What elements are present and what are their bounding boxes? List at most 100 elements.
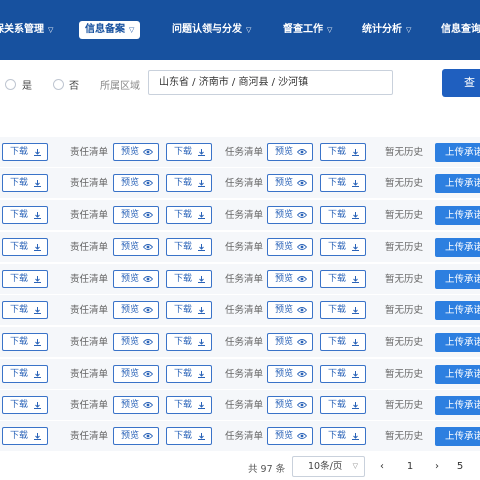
query-button[interactable]: 查 [442, 69, 480, 97]
preview-button[interactable]: 预览 [113, 427, 159, 445]
download-button[interactable]: 下载 [2, 365, 48, 383]
preview-button[interactable]: 预览 [267, 365, 313, 383]
download-button[interactable]: 下载 [166, 365, 212, 383]
preview-button[interactable]: 预览 [267, 333, 313, 351]
eye-icon [297, 276, 307, 282]
preview-button[interactable]: 预览 [267, 301, 313, 319]
eye-icon [297, 339, 307, 345]
download-button[interactable]: 下载 [320, 333, 366, 351]
download-label: 下载 [328, 242, 347, 252]
upload-commitment-button[interactable]: 上传承诺 [435, 238, 480, 257]
download-button[interactable]: 下载 [2, 333, 48, 351]
eye-icon [297, 371, 307, 377]
upload-commitment-button[interactable]: 上传承诺 [435, 333, 480, 352]
upload-commitment-button[interactable]: 上传承诺 [435, 174, 480, 193]
download-button[interactable]: 下载 [320, 174, 366, 192]
preview-button[interactable]: 预览 [267, 174, 313, 192]
nav-label: 统计分析 [362, 24, 402, 35]
eye-icon [143, 180, 153, 186]
download-button[interactable]: 下载 [166, 174, 212, 192]
download-button[interactable]: 下载 [320, 301, 366, 319]
download-label: 下载 [328, 337, 347, 347]
upload-commitment-button[interactable]: 上传承诺 [435, 206, 480, 225]
download-icon [352, 149, 359, 156]
preview-button[interactable]: 预览 [113, 143, 159, 161]
eye-icon [297, 180, 307, 186]
responsibility-list-label: 责任清单 [70, 242, 109, 253]
download-icon [352, 276, 359, 283]
upload-commitment-button[interactable]: 上传承诺 [435, 427, 480, 446]
download-button[interactable]: 下载 [320, 206, 366, 224]
download-label: 下载 [328, 400, 347, 410]
download-button[interactable]: 下载 [166, 396, 212, 414]
download-button[interactable]: 下载 [320, 270, 366, 288]
download-button[interactable]: 下载 [320, 427, 366, 445]
page-5-button[interactable]: 5 [454, 458, 466, 476]
nav-item-info-filing[interactable]: 信息备案 ▽ [79, 21, 141, 39]
download-icon [198, 433, 205, 440]
preview-button[interactable]: 预览 [267, 396, 313, 414]
preview-button[interactable]: 预览 [113, 333, 159, 351]
radio-no[interactable] [53, 79, 64, 90]
nav-item-relationship-management[interactable]: 保关系管理 ▽ [0, 21, 53, 39]
preview-button[interactable]: 预览 [267, 427, 313, 445]
preview-button[interactable]: 预览 [113, 174, 159, 192]
download-button[interactable]: 下载 [2, 143, 48, 161]
download-button[interactable]: 下载 [2, 270, 48, 288]
table-row: 下载 责任清单 预览 下载 任务清单 预览 下载 暂无历史 上传承诺 [0, 168, 480, 198]
download-button[interactable]: 下载 [2, 396, 48, 414]
download-button[interactable]: 下载 [320, 143, 366, 161]
top-navigation: 保关系管理 ▽ 信息备案 ▽ 问题认领与分发 ▽ 督查工作 ▽ 统计分析 ▽ 信息查询 [0, 0, 480, 60]
chevron-down-icon: ▽ [246, 26, 252, 34]
download-button[interactable]: 下载 [166, 270, 212, 288]
preview-button[interactable]: 预览 [113, 238, 159, 256]
chevron-down-icon: ▽ [406, 26, 412, 34]
preview-button[interactable]: 预览 [113, 270, 159, 288]
download-button[interactable]: 下载 [320, 238, 366, 256]
region-cascader[interactable]: 山东省 / 济南市 / 商河县 / 沙河镇 [148, 70, 393, 95]
upload-commitment-button[interactable]: 上传承诺 [435, 396, 480, 415]
nav-item-issue-distribution[interactable]: 问题认领与分发 ▽ [172, 21, 251, 39]
preview-button[interactable]: 预览 [113, 396, 159, 414]
radio-no-label: 否 [69, 81, 79, 92]
download-button[interactable]: 下载 [320, 396, 366, 414]
download-button[interactable]: 下载 [2, 174, 48, 192]
table-row: 下载 责任清单 预览 下载 任务清单 预览 下载 暂无历史 上传承诺 [0, 327, 480, 357]
download-button[interactable]: 下载 [2, 206, 48, 224]
preview-button[interactable]: 预览 [113, 365, 159, 383]
preview-button[interactable]: 预览 [267, 206, 313, 224]
download-button[interactable]: 下载 [166, 143, 212, 161]
download-button[interactable]: 下载 [166, 427, 212, 445]
upload-commitment-button[interactable]: 上传承诺 [435, 365, 480, 384]
download-button[interactable]: 下载 [2, 427, 48, 445]
preview-button[interactable]: 预览 [267, 270, 313, 288]
next-page-button[interactable]: › [431, 458, 443, 476]
download-label: 下载 [10, 147, 29, 157]
nav-label: 信息查询 [441, 24, 480, 35]
download-button[interactable]: 下载 [320, 365, 366, 383]
nav-item-statistics[interactable]: 统计分析 ▽ [362, 21, 411, 39]
radio-yes[interactable] [5, 79, 16, 90]
download-button[interactable]: 下载 [166, 333, 212, 351]
preview-button[interactable]: 预览 [267, 238, 313, 256]
download-button[interactable]: 下载 [2, 238, 48, 256]
page-size-select[interactable]: 10条/页 ▽ [292, 456, 365, 477]
download-button[interactable]: 下载 [166, 238, 212, 256]
upload-commitment-button[interactable]: 上传承诺 [435, 301, 480, 320]
upload-commitment-button[interactable]: 上传承诺 [435, 270, 480, 289]
download-button[interactable]: 下载 [2, 301, 48, 319]
prev-page-button[interactable]: ‹ [376, 458, 388, 476]
download-label: 下载 [10, 178, 29, 188]
download-label: 下载 [10, 369, 29, 379]
preview-button[interactable]: 预览 [113, 206, 159, 224]
nav-item-supervision[interactable]: 督查工作 ▽ [283, 21, 332, 39]
upload-commitment-button[interactable]: 上传承诺 [435, 143, 480, 162]
page-1-button[interactable]: 1 [403, 458, 417, 476]
preview-button[interactable]: 预览 [267, 143, 313, 161]
preview-button[interactable]: 预览 [113, 301, 159, 319]
preview-label: 预览 [275, 305, 294, 315]
download-button[interactable]: 下载 [166, 301, 212, 319]
download-label: 下载 [328, 274, 347, 284]
nav-item-info-query[interactable]: 信息查询 [441, 21, 480, 39]
download-button[interactable]: 下载 [166, 206, 212, 224]
